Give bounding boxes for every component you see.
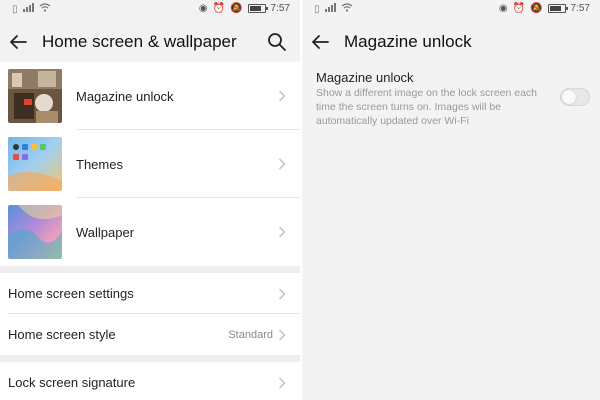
wifi-icon [341,3,353,15]
header: Home screen & wallpaper [0,22,300,62]
status-right-icons: ◉ ⏰ 🔕 7:57 [499,3,590,14]
sim-icon: ▯ [314,3,320,15]
list-item-home-screen-settings[interactable]: Home screen settings [0,273,300,314]
wifi-icon [39,3,51,15]
section-gap [0,266,300,273]
magazine-unlock-thumbnail [8,69,62,123]
alarm-icon: ⏰ [512,3,526,14]
list-item-label: Home screen settings [8,286,134,301]
back-arrow-icon[interactable] [310,32,330,52]
toggle-knob [562,90,576,104]
status-time: 7:57 [270,3,290,14]
lock-screen-group: Lock screen signature [0,362,300,400]
magazine-unlock-toggle[interactable] [560,88,590,106]
list-item-wallpaper[interactable]: Wallpaper [0,198,300,266]
status-bar: ▯ ◉ ⏰ 🔕 7:57 [302,0,600,18]
sim-icon: ▯ [12,3,18,15]
themes-thumbnail [8,137,62,191]
status-bar: ▯ ◉ ⏰ 🔕 7:57 [0,0,300,18]
list-item-magazine-unlock[interactable]: Magazine unlock [0,62,300,130]
chevron-right-icon [278,376,286,389]
eye-icon: ◉ [498,3,508,14]
header: Magazine unlock [302,22,600,62]
silent-icon: 🔕 [530,3,543,14]
status-time: 7:57 [570,3,590,14]
signal-indicators: ▯ [12,3,51,15]
battery-icon [547,4,568,13]
status-right-icons: ◉ ⏰ 🔕 7:57 [199,3,290,14]
page-title: Magazine unlock [344,32,472,51]
section-gap [0,355,300,362]
setting-description: Show a different image on the lock scree… [316,87,538,127]
home-screen-wallpaper-panel: ▯ ◉ ⏰ 🔕 7:57 Home screen & wallpaper Mag… [0,0,300,400]
wallpaper-thumbnail [8,205,62,259]
home-screen-group: Home screen settings Home screen style S… [0,273,300,355]
chevron-right-icon [278,158,286,170]
search-icon[interactable] [267,32,287,52]
list-item-home-screen-style[interactable]: Home screen style Standard [0,314,300,355]
setting-title: Magazine unlock [316,70,414,85]
battery-icon [247,4,268,13]
list-item-lock-screen-signature[interactable]: Lock screen signature [0,362,300,400]
list-item-themes[interactable]: Themes [0,130,300,198]
chevron-right-icon [278,226,286,238]
list-item-label: Home screen style [8,327,116,342]
alarm-icon: ⏰ [212,3,226,14]
settings-list: Magazine unlock Themes Wallpaper Home sc… [0,62,300,400]
magazine-unlock-setting: Magazine unlock Show a different image o… [302,62,600,132]
magazine-unlock-panel: ▯ ◉ ⏰ 🔕 7:57 Magazine unlock Magazine un… [302,0,600,400]
eye-icon: ◉ [198,3,208,14]
list-item-label: Wallpaper [76,224,135,240]
home-screen-style-value: Standard [228,328,273,341]
back-arrow-icon[interactable] [8,32,28,52]
signal-icon [22,3,34,15]
signal-indicators: ▯ [314,3,353,15]
page-title: Home screen & wallpaper [42,32,237,51]
chevron-right-icon [278,287,286,300]
chevron-right-icon [278,328,286,341]
chevron-right-icon [278,90,286,102]
list-item-label: Magazine unlock [76,88,174,104]
personalization-group: Magazine unlock Themes Wallpaper [0,62,300,266]
list-item-label: Themes [76,156,123,172]
signal-icon [324,3,336,15]
silent-icon: 🔕 [230,3,243,14]
list-item-label: Lock screen signature [8,375,136,390]
